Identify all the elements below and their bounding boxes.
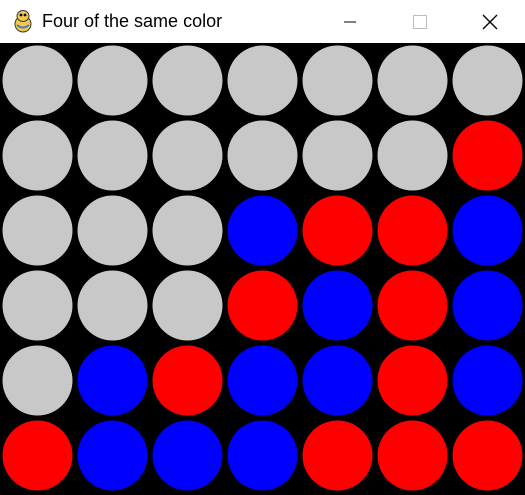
window-title: Four of the same color xyxy=(42,11,223,31)
blue-disc[interactable] xyxy=(77,420,148,491)
empty-slot[interactable] xyxy=(77,120,148,191)
blue-disc[interactable] xyxy=(302,345,373,416)
maximize-button[interactable] xyxy=(385,0,455,43)
red-disc[interactable] xyxy=(452,120,523,191)
blue-disc[interactable] xyxy=(227,420,298,491)
blue-disc[interactable] xyxy=(302,270,373,341)
blue-disc[interactable] xyxy=(452,270,523,341)
red-disc[interactable] xyxy=(377,195,448,266)
empty-slot[interactable] xyxy=(2,45,73,116)
empty-slot[interactable] xyxy=(152,270,223,341)
red-disc[interactable] xyxy=(302,195,373,266)
empty-slot[interactable] xyxy=(152,120,223,191)
empty-slot[interactable] xyxy=(77,195,148,266)
board-grid[interactable] xyxy=(0,43,525,495)
empty-slot[interactable] xyxy=(152,195,223,266)
red-disc[interactable] xyxy=(377,270,448,341)
empty-slot[interactable] xyxy=(377,120,448,191)
close-button[interactable] xyxy=(455,0,525,43)
empty-slot[interactable] xyxy=(227,120,298,191)
empty-slot[interactable] xyxy=(452,45,523,116)
empty-slot[interactable] xyxy=(302,120,373,191)
blue-disc[interactable] xyxy=(227,345,298,416)
blue-disc[interactable] xyxy=(227,195,298,266)
red-disc[interactable] xyxy=(452,420,523,491)
empty-slot[interactable] xyxy=(77,45,148,116)
minimize-button[interactable] xyxy=(315,0,385,43)
empty-slot[interactable] xyxy=(77,270,148,341)
red-disc[interactable] xyxy=(2,420,73,491)
maximize-icon xyxy=(413,14,427,29)
empty-slot[interactable] xyxy=(227,45,298,116)
blue-disc[interactable] xyxy=(452,195,523,266)
empty-slot[interactable] xyxy=(377,45,448,116)
empty-slot[interactable] xyxy=(152,45,223,116)
empty-slot[interactable] xyxy=(302,45,373,116)
empty-slot[interactable] xyxy=(2,195,73,266)
game-board[interactable] xyxy=(0,43,525,495)
game-window: Four of the same color xyxy=(0,0,525,495)
red-disc[interactable] xyxy=(152,345,223,416)
empty-slot[interactable] xyxy=(2,345,73,416)
empty-slot[interactable] xyxy=(2,270,73,341)
red-disc[interactable] xyxy=(377,345,448,416)
red-disc[interactable] xyxy=(377,420,448,491)
blue-disc[interactable] xyxy=(77,345,148,416)
empty-slot[interactable] xyxy=(2,120,73,191)
close-icon xyxy=(482,14,498,29)
red-disc[interactable] xyxy=(227,270,298,341)
red-disc[interactable] xyxy=(302,420,373,491)
blue-disc[interactable] xyxy=(152,420,223,491)
minimize-icon xyxy=(344,21,356,22)
python-snake-icon xyxy=(14,10,32,33)
blue-disc[interactable] xyxy=(452,345,523,416)
title-bar[interactable]: Four of the same color xyxy=(0,0,525,43)
